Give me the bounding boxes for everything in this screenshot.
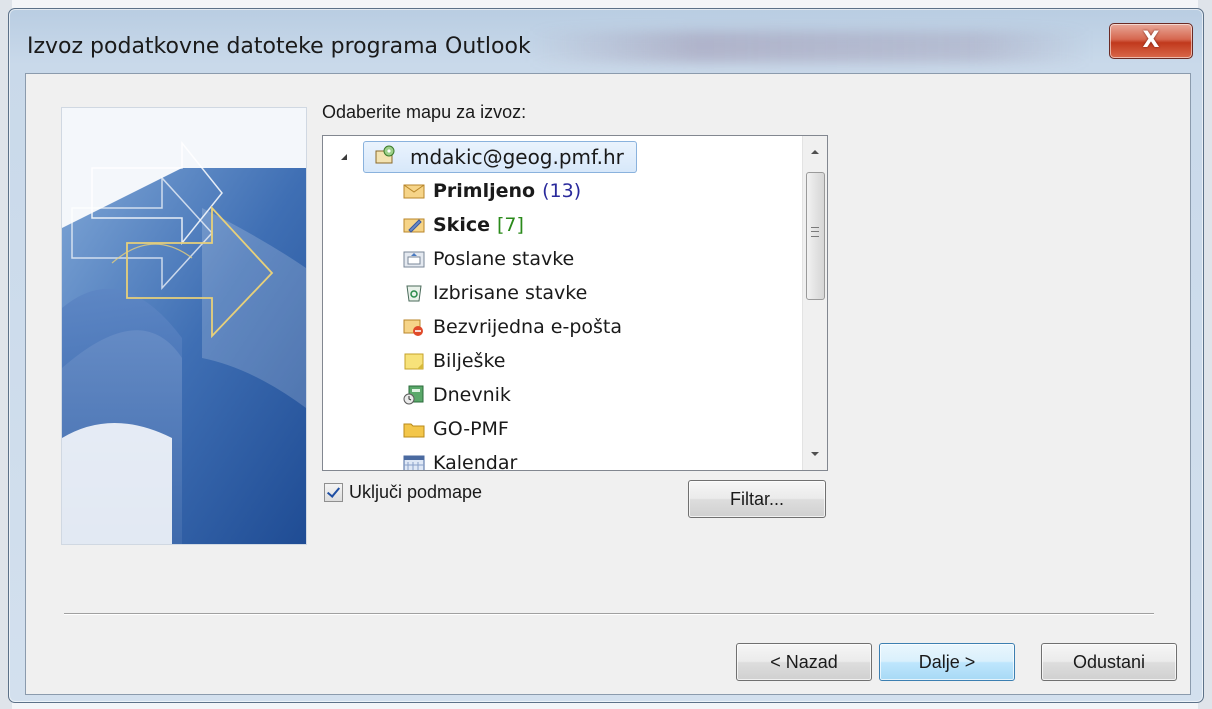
tree-item-kalendar[interactable]: Kalendar [403, 448, 517, 470]
folder-icon [403, 423, 425, 438]
select-folder-label: Odaberite mapu za izvoz: [322, 102, 527, 122]
back-button[interactable]: < Nazad [736, 643, 872, 681]
tree-item-biljeske[interactable]: Bilješke [403, 346, 505, 376]
collapse-arrow-icon[interactable] [341, 154, 347, 160]
include-subfolders-option[interactable]: Uključi podmape [324, 481, 482, 503]
include-subfolders-checkbox[interactable] [324, 482, 343, 502]
tree-item-primljeno[interactable]: Primljeno (13) [403, 176, 581, 206]
tree-item-go-pmf[interactable]: GO-PMF [403, 414, 509, 444]
close-button[interactable]: X [1109, 23, 1193, 59]
dialog-client-area: Odaberite mapu za izvoz: mdakic@geog.pmf… [25, 73, 1191, 695]
scroll-up-arrow-icon[interactable] [803, 136, 827, 168]
journal-icon [403, 385, 424, 405]
tree-item-poslane-stavke[interactable]: Poslane stavke [403, 244, 574, 274]
sent-items-icon [403, 251, 425, 268]
dialog-title: Izvoz podatkovne datoteke programa Outlo… [27, 34, 531, 59]
tree-vertical-scrollbar[interactable] [802, 136, 827, 470]
tree-item-skice[interactable]: Skice [7] [403, 210, 524, 240]
scrollbar-thumb[interactable] [806, 172, 825, 300]
include-subfolders-label: Uključi podmape [349, 481, 483, 502]
title-bar[interactable]: Izvoz podatkovne datoteke programa Outlo… [9, 9, 1203, 75]
tree-item-dnevnik[interactable]: Dnevnik [403, 380, 511, 410]
tree-item-izbrisane-stavke[interactable]: Izbrisane stavke [403, 278, 587, 308]
notes-icon [404, 353, 424, 370]
close-icon: X [1142, 28, 1160, 53]
inbox-icon [403, 184, 425, 199]
folder-tree[interactable]: mdakic@geog.pmf.hr Primljeno (13) Skice … [322, 135, 828, 471]
deleted-items-icon [406, 285, 422, 302]
drafts-icon [403, 218, 425, 233]
next-button[interactable]: Dalje > [879, 643, 1015, 681]
tree-item-bezvrijedna-e-posta[interactable]: Bezvrijedna e-pošta [403, 312, 622, 342]
junk-mail-icon [403, 319, 423, 336]
filter-button[interactable]: Filtar... [688, 480, 826, 518]
calendar-icon [403, 455, 425, 470]
wizard-arrow-graphic [61, 107, 307, 545]
cancel-button[interactable]: Odustani [1041, 643, 1177, 681]
mailbox-icon [375, 145, 395, 164]
dialog-separator [64, 613, 1154, 615]
scroll-down-arrow-icon[interactable] [803, 438, 827, 470]
export-dialog: Izvoz podatkovne datoteke programa Outlo… [8, 8, 1204, 703]
tree-root-account[interactable]: mdakic@geog.pmf.hr [363, 141, 637, 173]
account-name: mdakic@geog.pmf.hr [410, 145, 624, 169]
